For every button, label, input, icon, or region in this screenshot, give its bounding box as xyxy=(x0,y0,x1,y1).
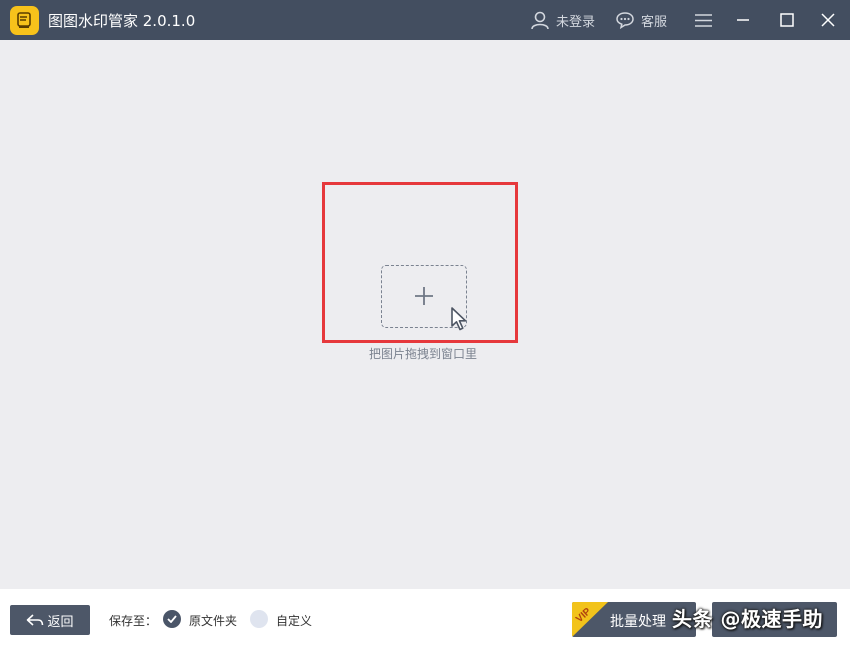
back-button[interactable]: 返回 xyxy=(10,605,90,635)
save-to-label: 保存至： xyxy=(109,614,158,628)
service-label: 客服 xyxy=(641,14,668,30)
chat-bubble-icon xyxy=(616,12,634,29)
vip-ribbon-icon: VIP xyxy=(572,602,608,637)
watermark-overlay: 头条 @极速手助 xyxy=(672,607,823,631)
custom-folder-radio[interactable] xyxy=(250,610,268,628)
close-icon xyxy=(821,13,835,27)
original-folder-label[interactable]: 原文件夹 xyxy=(189,612,237,629)
menu-button[interactable] xyxy=(683,0,723,40)
customer-service-button[interactable]: 客服 xyxy=(615,0,667,40)
checkmark-icon xyxy=(167,615,177,623)
plus-icon xyxy=(415,287,433,305)
minimize-icon xyxy=(737,19,749,21)
mouse-pointer-icon xyxy=(451,307,467,331)
back-label: 返回 xyxy=(47,614,74,630)
login-button[interactable]: 未登录 xyxy=(530,0,595,40)
title-bar: 图图水印管家 2.0.1.0 未登录 客服 xyxy=(0,0,850,40)
batch-process-label: 批量处理 xyxy=(610,614,666,630)
maximize-button[interactable] xyxy=(767,0,807,40)
app-logo-icon xyxy=(10,6,39,35)
app-title: 图图水印管家 2.0.1.0 xyxy=(48,12,196,30)
minimize-button[interactable] xyxy=(723,0,763,40)
close-button[interactable] xyxy=(808,0,848,40)
user-icon xyxy=(531,11,549,30)
login-label: 未登录 xyxy=(556,14,596,30)
drop-hint-text: 把图片拖拽到窗口里 xyxy=(368,347,477,361)
original-folder-radio[interactable] xyxy=(163,610,181,628)
maximize-icon xyxy=(780,13,794,27)
return-arrow-icon xyxy=(27,614,44,626)
hamburger-menu-icon xyxy=(694,13,712,27)
custom-folder-label[interactable]: 自定义 xyxy=(276,612,312,629)
